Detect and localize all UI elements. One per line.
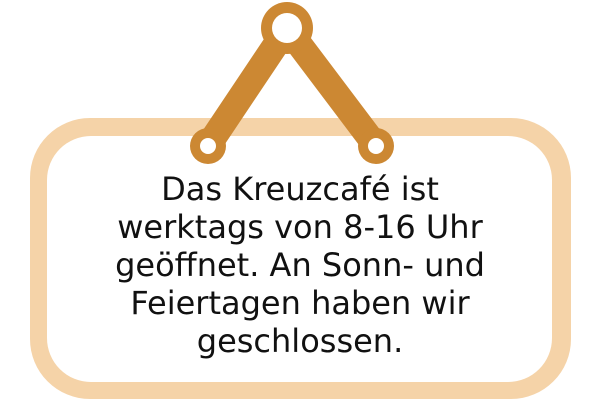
hanger-top-ring <box>261 2 313 54</box>
sign-message: Das Kreuzcafé ist werktags von 8-16 Uhr … <box>80 170 520 360</box>
sign-message-line: Das Kreuzcafé ist <box>161 170 439 208</box>
sign-message-line: Feiertagen haben wir <box>130 284 470 322</box>
sign-message-line: werktags von 8-16 Uhr <box>117 208 483 246</box>
sign-message-line: geschlossen. <box>196 322 404 360</box>
sign-message-line: geöffnet. An Sonn- und <box>115 246 485 284</box>
